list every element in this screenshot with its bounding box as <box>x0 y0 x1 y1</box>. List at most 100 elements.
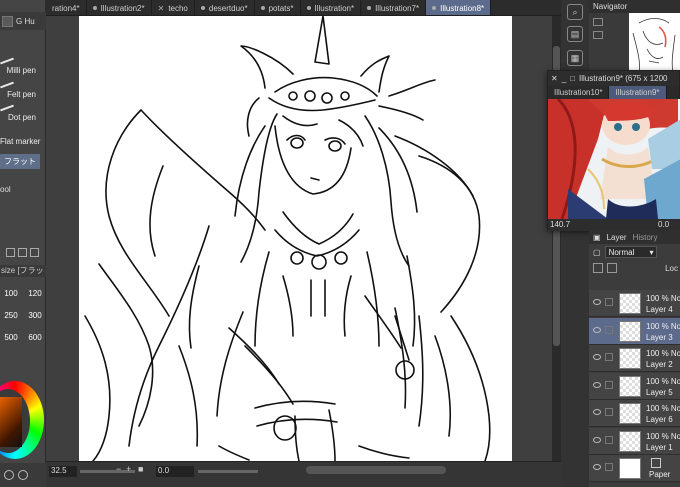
zoom-in-icon[interactable]: + <box>126 464 131 474</box>
brush-flat-marker[interactable]: Flat marker <box>0 127 46 149</box>
document-tab[interactable]: Illustration2* <box>87 0 152 15</box>
layer-property-icon[interactable]: ▢ <box>593 248 601 257</box>
canvas-horizontal-scrollbar[interactable] <box>306 466 446 474</box>
size-option[interactable]: 120 <box>24 278 46 298</box>
layer-opacity: 100 % Nor <box>646 431 680 441</box>
unsaved-dot-icon <box>200 6 205 10</box>
sub-view-tab[interactable]: Illustration10* <box>548 86 610 99</box>
eye-icon[interactable] <box>593 299 601 305</box>
sub-color-icon[interactable] <box>18 470 28 480</box>
pen-stroke-icon <box>0 104 14 112</box>
eye-icon[interactable] <box>593 354 601 360</box>
sub-view-window: ✕ _ □ Illustration9* (675 x 1200 Illustr… <box>547 70 680 231</box>
zoom-in-icon[interactable] <box>593 18 603 26</box>
tool-header[interactable]: G Hu <box>0 12 46 30</box>
layer-row[interactable]: Paper <box>589 455 680 482</box>
panel-icon[interactable]: ▤ <box>567 26 583 42</box>
pen-stroke-icon <box>0 57 14 65</box>
close-icon[interactable]: ✕ <box>551 74 558 83</box>
color-square[interactable] <box>0 397 22 447</box>
sketch-artwork <box>84 16 491 461</box>
size-option[interactable]: 300 <box>24 300 46 320</box>
document-tab[interactable]: potats* <box>255 0 301 15</box>
trash-icon[interactable] <box>30 248 39 257</box>
eye-icon[interactable] <box>593 464 601 470</box>
layer-row[interactable]: 100 % Nor Layer 4 <box>589 290 680 317</box>
pen-edit-icon[interactable] <box>605 325 613 334</box>
eye-icon[interactable] <box>593 436 601 443</box>
brush-felt-pen[interactable]: Felt pen <box>0 80 46 102</box>
blend-mode-select[interactable]: Normal ▾ <box>604 246 657 258</box>
layer-row[interactable]: 100 % Nor Layer 6 <box>589 400 680 427</box>
layer-name: Layer 6 <box>646 415 673 424</box>
size-option[interactable]: 600 <box>24 322 46 342</box>
unsaved-dot-icon <box>92 6 97 10</box>
maximize-icon[interactable]: □ <box>570 74 575 83</box>
brush-dot-pen[interactable]: Dot pen <box>0 103 46 125</box>
close-icon[interactable]: ✕ <box>158 4 165 13</box>
size-option[interactable]: 250 <box>0 300 22 320</box>
layer-row[interactable]: 100 % NorLayer 3 <box>589 317 680 345</box>
layer-row[interactable]: 100 % NorLayer 1 <box>589 427 680 455</box>
document-tab[interactable]: ration4* <box>46 0 87 15</box>
zoom-out-icon[interactable] <box>593 31 603 39</box>
drawing-canvas[interactable] <box>79 16 512 461</box>
fit-icon[interactable]: ■ <box>138 464 143 474</box>
zoom-out-icon[interactable]: − <box>116 464 121 474</box>
clip-icon[interactable] <box>607 263 617 273</box>
layer-lock-icon[interactable] <box>605 408 613 416</box>
sub-view-zoom[interactable]: 140.7 <box>550 220 570 229</box>
layer-name: Layer 2 <box>646 360 673 369</box>
main-color-icon[interactable] <box>4 470 14 480</box>
eye-icon[interactable] <box>593 381 601 388</box>
tab-layer[interactable]: Layer <box>607 233 627 242</box>
reference-image[interactable] <box>548 99 680 219</box>
brush-actions <box>6 248 39 257</box>
layer-name: Layer 5 <box>646 387 673 397</box>
navigator-panel: Navigator <box>589 0 680 75</box>
selected-brush[interactable]: フラット <box>0 154 40 169</box>
material-icon[interactable]: ▦ <box>567 50 583 66</box>
layer-thumbnail <box>619 458 641 479</box>
brush-milli-pen[interactable]: Milli pen <box>0 56 46 78</box>
document-tab[interactable]: Illustration8* <box>426 0 492 15</box>
search-icon[interactable]: ⌕ <box>567 4 583 20</box>
layer-lock-icon[interactable] <box>605 353 613 361</box>
size-option[interactable]: 100 <box>0 278 22 298</box>
document-tab[interactable]: Illustration* <box>301 0 362 15</box>
lock-transparent-icon[interactable] <box>593 263 603 273</box>
canvas-status-bar: 32.5 − + ■ 0.0 <box>46 461 561 487</box>
layer-lock-icon[interactable] <box>605 298 613 306</box>
layer-lock-icon[interactable] <box>605 380 613 389</box>
size-option[interactable]: 500 <box>0 322 22 342</box>
layer-row[interactable]: 100 % Nor Layer 2 <box>589 345 680 372</box>
brush-label: Flat marker <box>0 137 41 146</box>
layer-lock-row: Loc <box>589 260 680 276</box>
brush-label: Felt pen <box>7 90 36 99</box>
layer-lock-icon[interactable] <box>605 463 613 471</box>
layer-panel-tabs: ▣ Layer History <box>589 230 680 244</box>
document-tab[interactable]: ✕ techo <box>152 0 195 15</box>
angle-value[interactable]: 0.0 <box>156 466 194 477</box>
layer-row[interactable]: 100 % NorLayer 5 <box>589 372 680 400</box>
rotation-slider[interactable] <box>198 470 258 473</box>
sub-view-titlebar[interactable]: ✕ _ □ Illustration9* (675 x 1200 <box>548 71 679 86</box>
layer-lock-icon[interactable] <box>605 435 613 444</box>
eye-icon[interactable] <box>593 326 601 333</box>
download-icon[interactable] <box>6 248 15 257</box>
eye-icon[interactable] <box>593 409 601 415</box>
tab-history[interactable]: History <box>633 233 658 242</box>
document-tab[interactable]: Illustration7* <box>361 0 427 15</box>
brush-label: Dot pen <box>7 113 36 122</box>
layer-name: Layer 3 <box>646 332 673 342</box>
sub-view-tab[interactable]: Illustration9* <box>609 86 667 99</box>
minimize-icon[interactable]: _ <box>562 74 566 83</box>
layer-opacity: 100 % Nor <box>646 376 680 386</box>
document-tab[interactable]: desertduo* <box>195 0 255 15</box>
tab-label: Illustration8* <box>440 3 485 13</box>
document-tab-bar: ration4* Illustration2* ✕ techo desertduo* po… <box>46 0 561 16</box>
navigator-preview[interactable] <box>629 13 680 74</box>
copy-icon[interactable] <box>18 248 27 257</box>
sub-view-angle[interactable]: 0.0 <box>658 220 669 229</box>
zoom-value[interactable]: 32.5 <box>49 466 77 477</box>
